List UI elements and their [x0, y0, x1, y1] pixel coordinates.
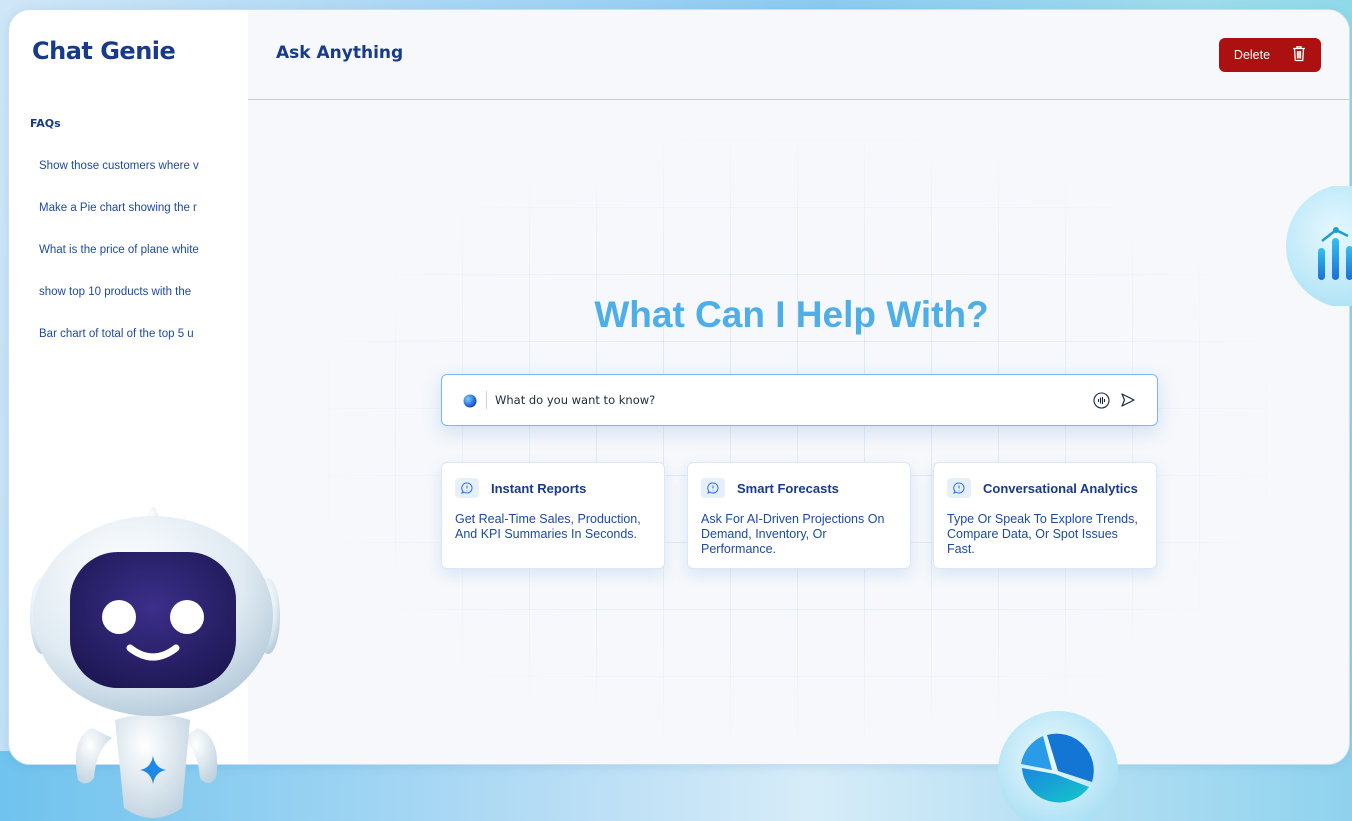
faq-heading: FAQs [30, 117, 61, 130]
chat-info-icon [947, 478, 971, 498]
search-bar [441, 374, 1158, 426]
feature-card-smart-forecasts[interactable]: Smart Forecasts Ask For AI-Driven Projec… [687, 462, 911, 569]
chat-info-icon [701, 478, 725, 498]
chat-info-icon [455, 478, 479, 498]
faq-item[interactable]: Show those customers where v [39, 159, 204, 201]
card-title: Conversational Analytics [983, 480, 1138, 496]
feature-card-instant-reports[interactable]: Instant Reports Get Real-Time Sales, Pro… [441, 462, 665, 569]
hero-heading: What Can I Help With? [594, 294, 989, 335]
chart-bubble-icon [1286, 184, 1352, 308]
delete-button[interactable]: Delete [1219, 38, 1321, 72]
send-icon[interactable] [1119, 391, 1137, 409]
card-description: Get Real-Time Sales, Production, And KPI… [455, 512, 641, 541]
robot-mascot [30, 488, 280, 821]
card-title: Instant Reports [491, 480, 587, 496]
feature-cards: Instant Reports Get Real-Time Sales, Pro… [441, 462, 1157, 569]
faq-item[interactable]: What is the price of plane white [39, 243, 204, 285]
main-panel: Ask Anything Delete What Can I Help With… [248, 10, 1349, 764]
card-title: Smart Forecasts [737, 480, 839, 496]
faq-item[interactable]: Make a Pie chart showing the r [39, 201, 204, 243]
brand-logo: Chat Genie [32, 37, 176, 65]
page-title: Ask Anything [276, 43, 404, 63]
grid-background [328, 140, 1268, 740]
delete-label: Delete [1233, 48, 1271, 62]
top-bar: Ask Anything Delete [248, 10, 1349, 100]
voice-icon[interactable] [1092, 391, 1110, 409]
faq-list: Show those customers where v Make a Pie … [39, 159, 204, 369]
trash-icon [1292, 45, 1306, 65]
card-description: Ask For AI-Driven Projections On Demand,… [701, 512, 885, 556]
card-description: Type Or Speak To Explore Trends, Compare… [947, 512, 1138, 556]
faq-item[interactable]: show top 10 products with the [39, 285, 204, 327]
search-input[interactable] [495, 385, 1092, 415]
feature-card-conversational-analytics[interactable]: Conversational Analytics Type Or Speak T… [933, 462, 1157, 569]
orb-icon [463, 393, 477, 408]
faq-item[interactable]: Bar chart of total of the top 5 u [39, 327, 204, 369]
pie-bubble-icon [997, 710, 1119, 821]
search-divider [486, 391, 487, 409]
